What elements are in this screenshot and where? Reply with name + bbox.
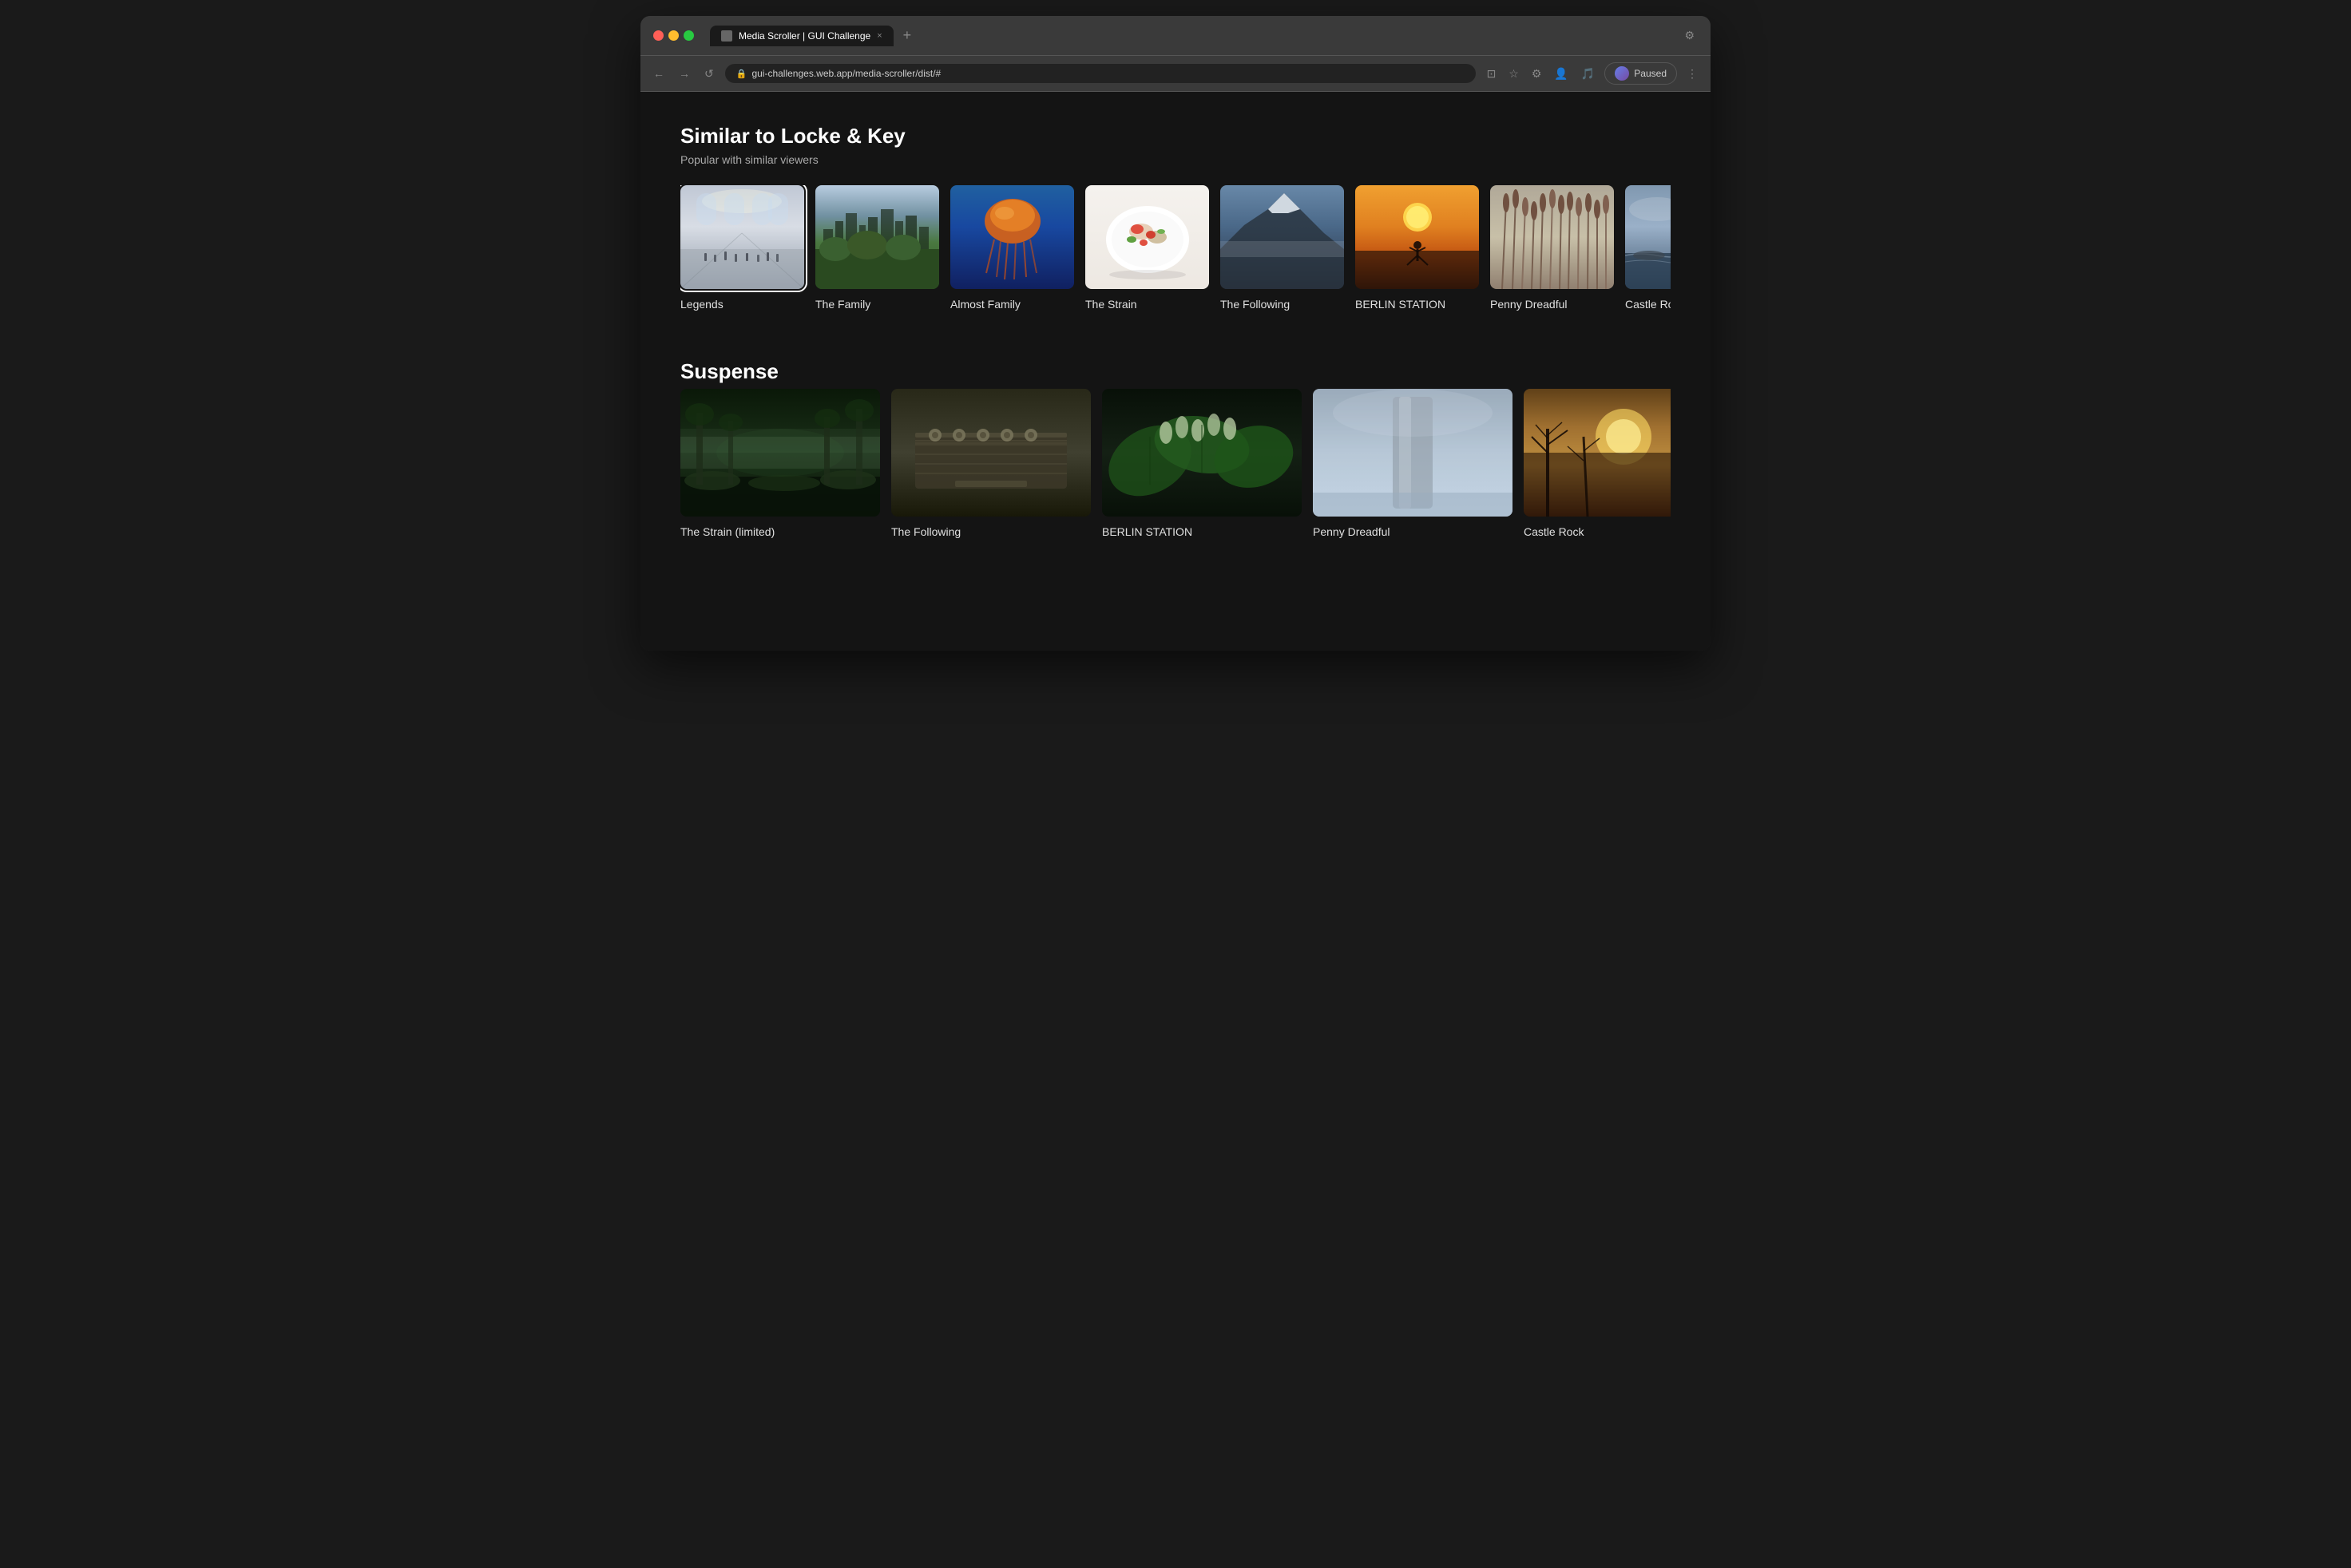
media-thumbnail-castle-rock[interactable]	[1625, 185, 1671, 289]
tab-label: Media Scroller | GUI Challenge	[739, 30, 870, 42]
media-thumbnail-following-s[interactable]	[891, 389, 1091, 517]
media-thumbnail-following[interactable]	[1220, 185, 1344, 289]
media-label-penny: Penny Dreadful	[1490, 297, 1614, 311]
media-label-castle-s: Castle Rock	[1524, 525, 1671, 539]
media-icon[interactable]: 🎵	[1578, 64, 1598, 84]
media-label-family: The Family	[815, 297, 939, 311]
list-item[interactable]: The Following	[1220, 185, 1344, 311]
list-item[interactable]: Penny Dreadful	[1490, 185, 1614, 311]
media-thumbnail-family[interactable]	[815, 185, 939, 289]
media-thumbnail-penny[interactable]	[1490, 185, 1614, 289]
address-text: gui-challenges.web.app/media-scroller/di…	[751, 68, 941, 79]
paused-label: Paused	[1634, 68, 1667, 79]
address-bar[interactable]: 🔒 gui-challenges.web.app/media-scroller/…	[725, 64, 1476, 83]
media-label-following-s: The Following	[891, 525, 1091, 539]
media-thumbnail-strain-s[interactable]	[680, 389, 880, 517]
tab-favicon	[721, 30, 732, 42]
media-label-following: The Following	[1220, 297, 1344, 311]
similar-title: Similar to Locke & Key	[680, 124, 1671, 148]
new-tab-button[interactable]: +	[897, 24, 918, 47]
menu-icon[interactable]: ⋮	[1683, 64, 1701, 84]
list-item[interactable]: The Strain	[1085, 185, 1209, 311]
media-thumbnail-castle-s[interactable]	[1524, 389, 1671, 517]
suspense-media-row: The Strain (limited)	[680, 389, 1671, 547]
media-label-almost-family: Almost Family	[950, 297, 1074, 311]
toolbar-actions: ⊡ ☆ ⚙ 👤 🎵 Paused ⋮	[1484, 62, 1701, 85]
refresh-button[interactable]: ↺	[701, 64, 717, 84]
avatar	[1615, 66, 1629, 81]
media-thumbnail-penny-s[interactable]	[1313, 389, 1512, 517]
list-item[interactable]: The Following	[891, 389, 1091, 539]
minimize-button[interactable]	[668, 30, 679, 41]
media-thumbnail-strain[interactable]	[1085, 185, 1209, 289]
active-tab[interactable]: Media Scroller | GUI Challenge ×	[710, 26, 894, 46]
traffic-lights	[653, 30, 694, 41]
similar-section: Similar to Locke & Key Popular with simi…	[680, 124, 1671, 319]
media-label-strain: The Strain	[1085, 297, 1209, 311]
close-button[interactable]	[653, 30, 664, 41]
back-button[interactable]: ←	[650, 64, 668, 83]
browser-toolbar: ← → ↺ 🔒 gui-challenges.web.app/media-scr…	[640, 56, 1711, 92]
list-item[interactable]: Legends	[680, 185, 804, 311]
media-label-berlin: BERLIN STATION	[1355, 297, 1479, 311]
tab-bar: Media Scroller | GUI Challenge × +	[710, 24, 1673, 47]
list-item[interactable]: Penny Dreadful	[1313, 389, 1512, 539]
lock-icon: 🔒	[736, 69, 747, 79]
list-item[interactable]: The Family	[815, 185, 939, 311]
profile-icon[interactable]: 👤	[1551, 64, 1571, 84]
list-item[interactable]: BERLIN STATION	[1355, 185, 1479, 311]
media-label-legends: Legends	[680, 297, 804, 311]
list-item[interactable]: Castle Rock	[1625, 185, 1671, 311]
paused-badge[interactable]: Paused	[1604, 62, 1677, 85]
media-thumbnail-berlin[interactable]	[1355, 185, 1479, 289]
list-item[interactable]: The Strain (limited)	[680, 389, 880, 539]
browser-window: Media Scroller | GUI Challenge × + ⚙ ← →…	[640, 16, 1711, 651]
extension-icon[interactable]: ⚙	[1681, 26, 1698, 46]
browser-content: Similar to Locke & Key Popular with simi…	[640, 92, 1711, 651]
tab-close-icon[interactable]: ×	[877, 31, 882, 41]
list-item[interactable]: BERLIN STATION	[1102, 389, 1302, 539]
media-thumbnail-almost-family[interactable]	[950, 185, 1074, 289]
list-item[interactable]: Almost Family	[950, 185, 1074, 311]
media-thumbnail-berlin-s[interactable]	[1102, 389, 1302, 517]
similar-subtitle: Popular with similar viewers	[680, 153, 1671, 166]
media-label-berlin-s: BERLIN STATION	[1102, 525, 1302, 539]
media-label-strain-s: The Strain (limited)	[680, 525, 880, 539]
bookmark-icon[interactable]: ☆	[1505, 64, 1522, 84]
browser-titlebar: Media Scroller | GUI Challenge × + ⚙	[640, 16, 1711, 56]
maximize-button[interactable]	[684, 30, 694, 41]
media-label-castle-rock: Castle Rock	[1625, 297, 1671, 311]
extension-icon-2[interactable]: ⚙	[1528, 64, 1545, 84]
forward-button[interactable]: →	[676, 64, 693, 83]
list-item[interactable]: Castle Rock	[1524, 389, 1671, 539]
similar-media-row: Legends	[680, 185, 1671, 319]
media-thumbnail-legends[interactable]	[680, 185, 804, 289]
suspense-section: Suspense	[680, 359, 1671, 547]
media-label-penny-s: Penny Dreadful	[1313, 525, 1512, 539]
cast-icon[interactable]: ⊡	[1484, 64, 1500, 84]
suspense-title: Suspense	[680, 359, 1671, 384]
